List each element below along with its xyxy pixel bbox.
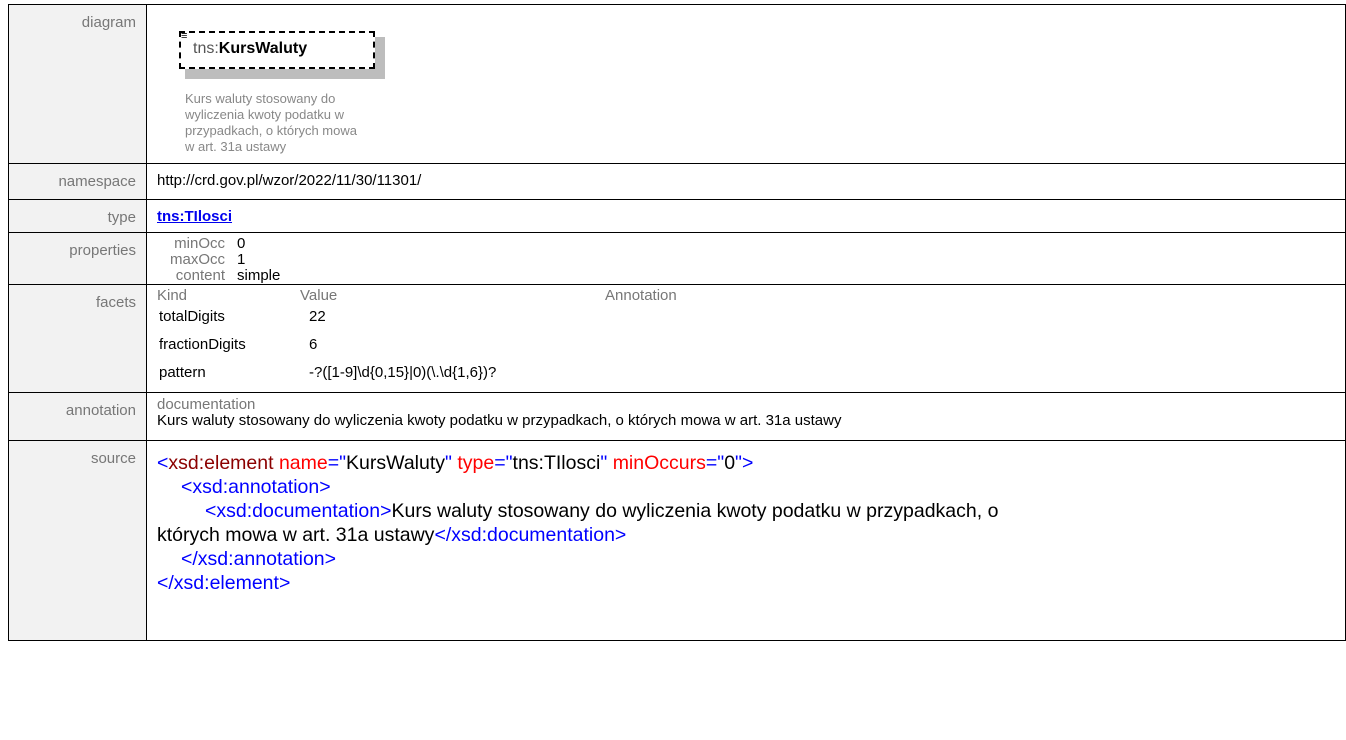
source-line: <xsd:annotation> [157, 475, 1345, 499]
src-punct: " [445, 452, 452, 474]
source-line: </xsd:annotation> [157, 547, 1345, 571]
diagram-doc-line: Kurs waluty stosowany do [185, 91, 336, 106]
src-punct: =" [327, 452, 347, 474]
element-box[interactable]: ≡ tns:KursWaluty [179, 30, 385, 79]
annotation-text: Kurs waluty stosowany do wyliczenia kwot… [157, 412, 842, 429]
annotation-cell: documentation Kurs waluty stosowany do w… [146, 392, 1346, 441]
src-tag: </xsd:documentation> [434, 524, 627, 546]
facets-cell: Kind Value Annotation totalDigits 22 frac… [146, 284, 1346, 393]
property-value: 0 [237, 235, 246, 252]
src-tag: xsd:element [168, 452, 274, 474]
source-line: <xsd:element name="KursWaluty" type="tns… [157, 451, 1345, 475]
diagram-doc-line: w art. 31a ustawy [185, 139, 287, 154]
property-value: 1 [237, 251, 246, 268]
src-tag: <xsd:annotation> [181, 476, 331, 498]
facets-header-kind: Kind [157, 287, 188, 304]
facets-table: Kind Value Annotation totalDigits 22 frac… [157, 288, 1345, 382]
src-tag: </xsd:annotation> [181, 548, 337, 570]
type-link[interactable]: tns:TIlosci [157, 208, 232, 225]
element-doc-table: diagram ≡ tns:KursWaluty Kurs waluty sto… [8, 4, 1346, 641]
type-label: type [8, 199, 147, 233]
source-label: source [8, 440, 147, 641]
namespace-value: http://crd.gov.pl/wzor/2022/11/30/11301/ [146, 163, 1346, 200]
property-row: maxOcc 1 [157, 252, 1345, 268]
schema-doc: diagram ≡ tns:KursWaluty Kurs waluty sto… [8, 0, 1346, 740]
type-cell: tns:TIlosci [146, 199, 1346, 233]
source-code: <xsd:element name="KursWaluty" type="tns… [157, 449, 1345, 595]
facet-value: 22 [309, 308, 326, 325]
facet-row: fractionDigits 6 [157, 336, 1345, 354]
src-bracket: < [157, 452, 169, 474]
src-attr: minOccurs [612, 452, 706, 474]
properties-row: properties minOcc 0 maxOcc 1 content simple [8, 232, 1346, 285]
facet-kind: fractionDigits [159, 336, 246, 353]
properties-table: minOcc 0 maxOcc 1 content simple [157, 236, 1345, 284]
src-punct: "> [735, 452, 754, 474]
properties-cell: minOcc 0 maxOcc 1 content simple [146, 232, 1346, 285]
annotation-block: documentation Kurs waluty stosowany do w… [157, 397, 1345, 429]
source-cell: <xsd:element name="KursWaluty" type="tns… [146, 440, 1346, 641]
diagram-cell: ≡ tns:KursWaluty Kurs waluty stosowany d… [146, 4, 1346, 164]
source-line: </xsd:element> [157, 571, 1345, 595]
namespace-label: namespace [8, 163, 147, 200]
src-attr-value: KursWaluty [346, 452, 446, 474]
src-attr: type [457, 452, 495, 474]
element-prefix: tns: [193, 40, 219, 57]
properties-label: properties [8, 232, 147, 285]
src-punct: " [600, 452, 608, 474]
element-name: tns:KursWaluty [193, 40, 307, 58]
source-line: <xsd:documentation>Kurs waluty stosowany… [157, 499, 1345, 523]
facet-value: 6 [309, 336, 318, 353]
type-row: type tns:TIlosci [8, 199, 1346, 233]
src-attr-value: 0 [724, 452, 736, 474]
diagram-label: diagram [8, 4, 147, 164]
diagram-doc-line: wyliczenia kwoty podatku w [185, 107, 344, 122]
annotation-label: annotation [8, 392, 147, 441]
annotation-icon: ≡ [181, 30, 188, 42]
src-attr: name [278, 452, 328, 474]
src-text: Kurs waluty stosowany do wyliczenia kwot… [391, 500, 999, 522]
facets-label: facets [8, 284, 147, 393]
facets-header-value: Value [300, 287, 338, 304]
facet-row: totalDigits 22 [157, 308, 1345, 326]
facets-row: facets Kind Value Annotation totalDigits… [8, 284, 1346, 393]
source-row: source <xsd:element name="KursWaluty" ty… [8, 440, 1346, 641]
facets-header: Kind Value Annotation [157, 288, 1345, 304]
annotation-row: annotation documentation Kurs waluty sto… [8, 392, 1346, 441]
source-line: których mowa w art. 31a ustawy</xsd:docu… [157, 523, 1345, 547]
diagram-documentation: Kurs waluty stosowany do wyliczenia kwot… [185, 91, 385, 155]
src-punct: =" [494, 452, 513, 474]
facets-header-annotation: Annotation [605, 287, 677, 304]
facet-value: -?([1-9]\d{0,15}|0)(\.\d{1,6})? [309, 364, 497, 381]
src-tag: </xsd:element> [157, 572, 291, 594]
facet-kind: pattern [159, 364, 206, 381]
src-punct: =" [705, 452, 725, 474]
facet-kind: totalDigits [159, 308, 225, 325]
property-key: maxOcc [169, 251, 225, 268]
facet-row: pattern -?([1-9]\d{0,15}|0)(\.\d{1,6})? [157, 364, 1345, 382]
src-attr-value: tns:TIlosci [512, 452, 601, 474]
property-key: minOcc [174, 235, 225, 252]
diagram-row: diagram ≡ tns:KursWaluty Kurs waluty sto… [8, 4, 1346, 164]
namespace-row: namespace http://crd.gov.pl/wzor/2022/11… [8, 163, 1346, 200]
property-value: simple [237, 267, 281, 284]
src-text: których mowa w art. 31a ustawy [157, 524, 435, 546]
annotation-key: documentation [157, 396, 256, 413]
property-key: content [175, 267, 225, 284]
diagram-doc-line: przypadkach, o których mowa [185, 123, 357, 138]
element-diagram: ≡ tns:KursWaluty Kurs waluty stosowany d… [157, 13, 1345, 163]
property-row: content simple [157, 268, 1345, 284]
element-local-name: KursWaluty [218, 40, 308, 57]
src-tag: <xsd:documentation> [205, 500, 392, 522]
property-row: minOcc 0 [157, 236, 1345, 252]
